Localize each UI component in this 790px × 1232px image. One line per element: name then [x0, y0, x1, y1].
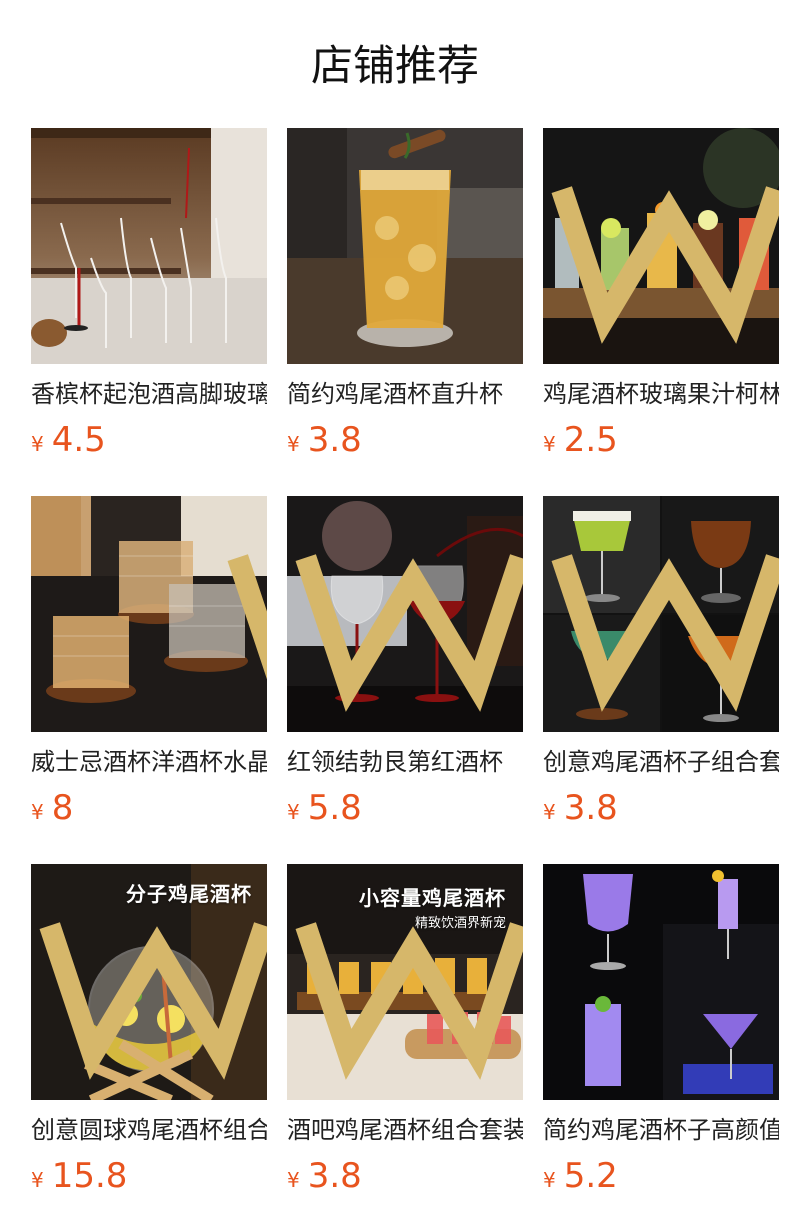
product-price: ¥ 15.8 — [31, 1156, 267, 1196]
product-price: ¥ 3.8 — [543, 788, 779, 828]
product-price: ¥ 2.5 — [543, 420, 779, 460]
brand-logo-icon — [551, 554, 779, 712]
brand-logo-icon — [551, 186, 779, 344]
currency-symbol: ¥ — [287, 800, 300, 824]
product-card[interactable]: 简约鸡尾酒杯子高颜值 ¥ 5.2 — [543, 864, 779, 1232]
section-title: 店铺推荐 — [310, 41, 479, 90]
currency-symbol: ¥ — [287, 1168, 300, 1192]
price-amount: 5.2 — [563, 1156, 618, 1196]
product-card[interactable]: 创意鸡尾酒杯子组合套装 ¥ 3.8 — [543, 496, 779, 864]
currency-symbol: ¥ — [31, 800, 44, 824]
burgundy-wine-glasses-photo[interactable] — [287, 496, 523, 732]
product-price: ¥ 5.8 — [287, 788, 523, 828]
product-name[interactable]: 威士忌酒杯洋酒杯水晶杯 — [31, 746, 267, 778]
four-cocktails-photo[interactable] — [543, 496, 779, 732]
price-amount: 2.5 — [563, 420, 618, 460]
purple-cocktails-photo[interactable] — [543, 864, 779, 1100]
price-amount: 3.8 — [307, 1156, 362, 1196]
price-amount: 15.8 — [51, 1156, 128, 1196]
price-amount: 8 — [51, 788, 74, 828]
photo-overlay-title: 小容量鸡尾酒杯 — [359, 886, 506, 910]
iced-cocktail-photo[interactable] — [287, 128, 523, 364]
price-amount: 5.8 — [307, 788, 362, 828]
cocktail-row-photo[interactable] — [543, 128, 779, 364]
brand-logo-icon — [295, 554, 523, 712]
product-name[interactable]: 酒吧鸡尾酒杯组合套装 — [287, 1114, 523, 1146]
product-name[interactable]: 红领结勃艮第红酒杯 — [287, 746, 523, 778]
currency-symbol: ¥ — [543, 800, 556, 824]
product-price: ¥ 8 — [31, 788, 267, 828]
sphere-cocktail-photo[interactable]: 分子鸡尾酒杯 — [31, 864, 267, 1100]
product-name[interactable]: 鸡尾酒杯玻璃果汁柯林杯 — [543, 378, 779, 410]
product-price: ¥ 4.5 — [31, 420, 267, 460]
product-price: ¥ 5.2 — [543, 1156, 779, 1196]
product-card[interactable]: 小容量鸡尾酒杯 精致饮酒界新宠 酒吧鸡尾酒杯组合套装 ¥ 3.8 — [287, 864, 523, 1232]
product-grid: 香槟杯起泡酒高脚玻璃杯 ¥ 4.5 — [31, 128, 790, 1232]
currency-symbol: ¥ — [287, 432, 300, 456]
recommendation-page: 店铺推荐 香槟杯起泡酒高脚玻璃 ¥ 4.5 简约鸡尾酒杯直升杯 ¥ 3.8 鸡尾… — [0, 0, 790, 1232]
product-name[interactable]: 香槟杯起泡酒高脚玻璃杯 — [31, 378, 267, 410]
currency-symbol: ¥ — [31, 1168, 44, 1192]
brand-logo-icon — [227, 554, 267, 680]
product-card[interactable]: 香槟杯起泡酒高脚玻璃杯 ¥ 4.5 — [31, 128, 267, 496]
product-card[interactable]: 威士忌酒杯洋酒杯水晶杯 ¥ 8 — [31, 496, 267, 864]
product-card[interactable]: 分子鸡尾酒杯 创意圆球鸡尾酒杯组合 ¥ 15.8 — [31, 864, 267, 1232]
photo-overlay-subtitle: 精致饮酒界新宠 — [415, 916, 507, 931]
product-price: ¥ 3.8 — [287, 1156, 523, 1196]
price-amount: 3.8 — [563, 788, 618, 828]
currency-symbol: ¥ — [31, 432, 44, 456]
currency-symbol: ¥ — [543, 1168, 556, 1192]
product-price: ¥ 3.8 — [287, 420, 523, 460]
whisky-glasses-photo[interactable] — [31, 496, 267, 732]
product-name[interactable]: 创意鸡尾酒杯子组合套装 — [543, 746, 779, 778]
price-amount: 4.5 — [51, 420, 106, 460]
product-card[interactable]: 红领结勃艮第红酒杯 ¥ 5.8 — [287, 496, 523, 864]
product-name[interactable]: 简约鸡尾酒杯直升杯 — [287, 378, 523, 410]
product-card[interactable]: 简约鸡尾酒杯直升杯 ¥ 3.8 — [287, 128, 523, 496]
price-amount: 3.8 — [307, 420, 362, 460]
shot-glasses-photo[interactable]: 小容量鸡尾酒杯 精致饮酒界新宠 — [287, 864, 523, 1100]
product-name[interactable]: 创意圆球鸡尾酒杯组合 — [31, 1114, 267, 1146]
champagne-glasses-photo[interactable] — [31, 128, 267, 364]
currency-symbol: ¥ — [543, 432, 556, 456]
product-name[interactable]: 简约鸡尾酒杯子高颜值 — [543, 1114, 779, 1146]
product-card[interactable]: 鸡尾酒杯玻璃果汁柯林杯 ¥ 2.5 — [543, 128, 779, 496]
photo-overlay-title: 分子鸡尾酒杯 — [126, 882, 252, 906]
